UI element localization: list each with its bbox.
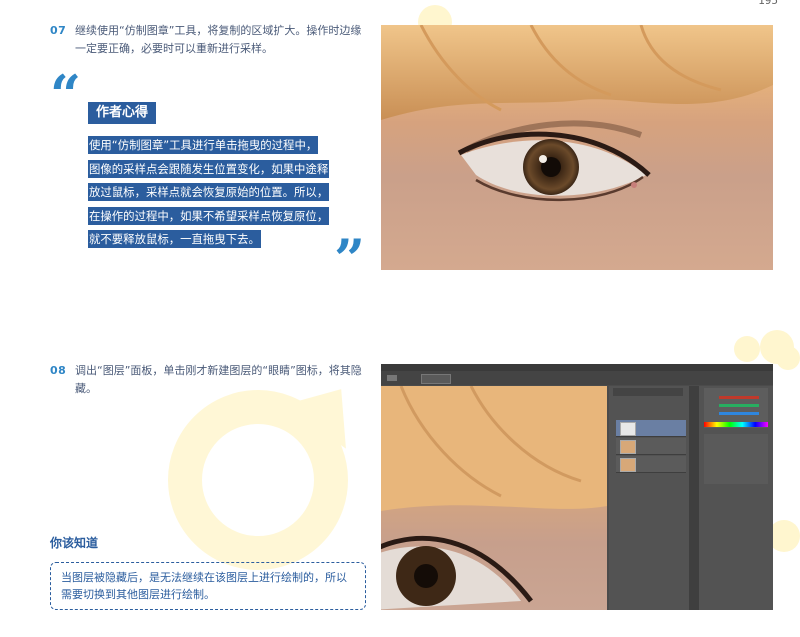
ps-options-bar [381,371,773,385]
decor-circle-right-1 [734,336,760,362]
open-quote-icon: “ [50,63,82,127]
author-note-body: 使用“仿制图章”工具进行单击拖曳的过程中， 图像的采样点会跟随发生位置变化，如果… [88,134,366,252]
layer-thumbnail [620,440,636,454]
step-08-text: 调出“图层”面板，单击刚才新建图层的“眼睛”图标，将其隐藏。 [75,364,362,395]
decor-circle-right-3 [776,346,800,370]
layer-row-selected[interactable] [616,420,686,437]
step-08-number: 08 [50,364,67,377]
ps-canvas [381,385,607,610]
author-note-line: 就不要释放鼠标，一直拖曳下去。 [88,230,261,248]
author-note-title: 作者心得 [88,102,157,124]
photoshop-screenshot [381,364,773,610]
tip-box: 当图层被隐藏后，是无法继续在该图层上进行绘制的，所以需要切换到其他图层进行绘制。 [50,562,366,610]
author-note-line: 放过鼠标，采样点就会恢复原始的位置。所以， [88,183,330,201]
page-number: 195 [758,0,778,7]
author-note-line: 使用“仿制图章”工具进行单击拖曳的过程中， [88,136,319,154]
step-07: 07 继续使用“仿制图章”工具，将复制的区域扩大。操作时边缘一定要正确，必要时可… [50,22,368,58]
close-quote-icon: ” [334,227,366,291]
layer-thumbnail [620,458,636,472]
step-07-text: 继续使用“仿制图章”工具，将复制的区域扩大。操作时边缘一定要正确，必要时可以重新… [75,24,362,55]
tip-title: 你该知道 [50,536,99,550]
eye-photo-illustration [381,25,773,202]
step-07-number: 07 [50,24,67,37]
step-08: 08 调出“图层”面板，单击刚才新建图层的“眼睛”图标，将其隐藏。 [50,362,368,398]
layer-row[interactable] [616,456,686,473]
ps-canvas-eye-image [381,385,607,610]
layer-row[interactable] [616,438,686,455]
author-note-line: 在操作的过程中，如果不希望采样点恢复原位， [88,206,330,225]
eye-closeup-photo [381,25,773,270]
tip-text: 当图层被隐藏后，是无法继续在该图层上进行绘制的，所以需要切换到其他图层进行绘制。 [61,571,347,601]
author-note-line: 图像的采样点会跟随发生位置变化，如果中途释 [88,159,330,178]
layer-thumbnail [620,422,636,436]
ps-menu-bar [381,364,773,371]
